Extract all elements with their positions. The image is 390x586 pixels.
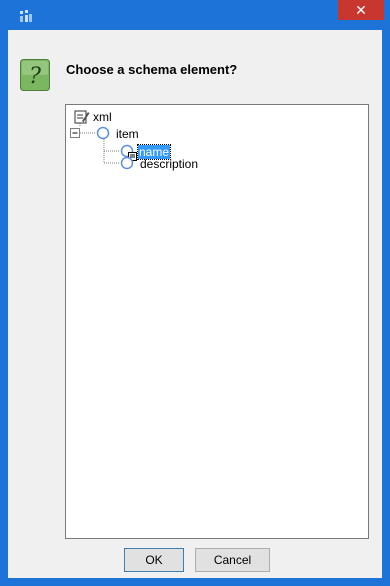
tree-node-item[interactable]: item bbox=[116, 127, 139, 141]
app-icon bbox=[20, 10, 32, 22]
schema-tree[interactable]: xml item name description bbox=[65, 104, 369, 539]
tree-node-description[interactable]: description bbox=[140, 157, 198, 171]
document-edit-icon bbox=[74, 110, 90, 124]
element-circle-icon bbox=[120, 156, 134, 170]
dialog-body: ? Choose a schema element? xml item name… bbox=[8, 30, 382, 578]
collapse-expander-icon[interactable] bbox=[70, 128, 81, 139]
tree-lines bbox=[74, 119, 120, 164]
tree-node-root[interactable]: xml bbox=[93, 110, 112, 124]
dialog-prompt: Choose a schema element? bbox=[66, 62, 238, 77]
dialog-window: ✕ ? Choose a schema element? xml item na… bbox=[0, 0, 390, 586]
svg-text:?: ? bbox=[29, 64, 41, 89]
close-icon: ✕ bbox=[355, 1, 367, 18]
cancel-button[interactable]: Cancel bbox=[195, 548, 270, 572]
question-icon: ? bbox=[20, 59, 50, 91]
ok-button[interactable]: OK bbox=[124, 548, 184, 572]
element-circle-icon bbox=[96, 126, 110, 140]
close-button[interactable]: ✕ bbox=[338, 0, 384, 20]
title-bar[interactable]: ✕ bbox=[0, 0, 390, 30]
